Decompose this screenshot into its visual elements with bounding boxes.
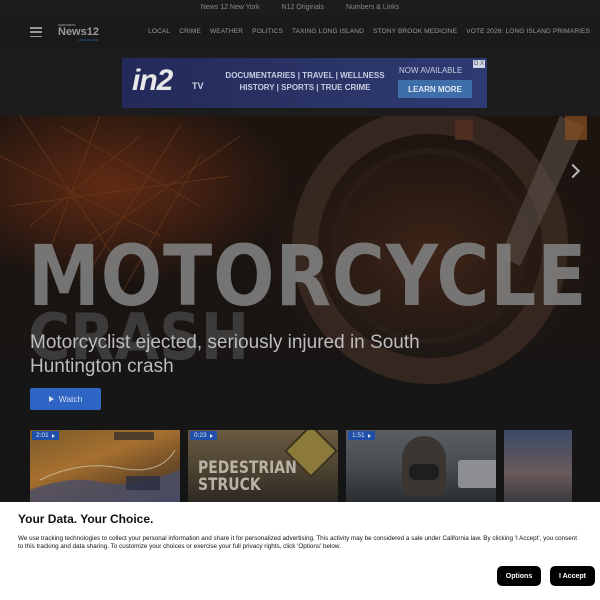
hero-headline[interactable]: Motorcyclist ejected, seriously injured …: [30, 331, 450, 379]
privacy-consent-banner: Your Data. Your Choice. We use tracking …: [0, 502, 600, 600]
consent-accept-button[interactable]: I Accept: [550, 566, 595, 586]
ad-categories: DOCUMENTARIES | TRAVEL | WELLNESS HISTOR…: [220, 70, 390, 94]
in2tv-ad-banner[interactable]: in2 TV DOCUMENTARIES | TRAVEL | WELLNESS…: [122, 58, 487, 108]
hero-section[interactable]: MOTORCYCLE CRASH Motorcyclist ejected, s…: [0, 116, 600, 502]
ad-band: in2 TV DOCUMENTARIES | TRAVEL | WELLNESS…: [0, 50, 600, 116]
consent-title: Your Data. Your Choice.: [18, 512, 154, 526]
news12-logo[interactable]: optimum. News12 LONG ISLAND: [58, 22, 102, 44]
ad-close-icon[interactable]: D X: [473, 60, 485, 68]
play-icon: [51, 433, 55, 438]
in2tv-logo-suffix: TV: [192, 81, 204, 91]
in2tv-logo: in2: [132, 64, 173, 97]
nav-local[interactable]: LOCAL: [148, 28, 170, 35]
nav-taxing-long-island[interactable]: TAXING LONG ISLAND: [292, 28, 364, 35]
weather-map-graphic: [30, 432, 180, 502]
watch-button[interactable]: Watch: [30, 388, 101, 410]
consent-options-button[interactable]: Options: [497, 566, 541, 586]
ad-line-2: HISTORY | SPORTS | TRUE CRIME: [239, 83, 371, 92]
nav-politics[interactable]: POLITICS: [252, 28, 283, 35]
consent-body: We use tracking technologies to collect …: [18, 535, 578, 551]
video-thumbnail-2[interactable]: 0:23 PEDESTRIAN STRUCK: [188, 430, 338, 502]
utility-link-n12-originals[interactable]: N12 Originals: [282, 4, 324, 11]
video-duration-badge: 2:01: [32, 431, 59, 440]
watch-label: Watch: [58, 394, 83, 404]
logo-sub: LONG ISLAND: [78, 38, 99, 42]
utility-link-news12-ny[interactable]: News 12 New York: [201, 4, 260, 11]
face-mask-graphic: [409, 464, 439, 480]
utility-bar: News 12 New York N12 Originals Numbers &…: [0, 0, 600, 14]
hamburger-menu-icon[interactable]: [30, 27, 42, 37]
ad-available-text: NOW AVAILABLE: [399, 66, 463, 75]
ad-learn-more-button[interactable]: LEARN MORE: [398, 80, 472, 98]
nav-vote-2026[interactable]: VOTE 2026: LONG ISLAND PRIMARIES: [466, 28, 590, 35]
play-icon: [48, 396, 54, 402]
van-graphic: [458, 460, 496, 488]
site-header: optimum. News12 LONG ISLAND LOCAL CRIME …: [0, 14, 600, 50]
nav-crime[interactable]: CRIME: [179, 28, 201, 35]
thumbnail-overlay-text: PEDESTRIAN STRUCK: [198, 458, 297, 495]
carousel-next-arrow-icon[interactable]: [568, 163, 578, 179]
play-icon: [367, 433, 371, 438]
utility-link-numbers-links[interactable]: Numbers & Links: [346, 4, 399, 11]
video-thumbnail-4[interactable]: [504, 430, 572, 502]
video-duration-badge: 0:23: [190, 431, 217, 440]
page: News 12 New York N12 Originals Numbers &…: [0, 0, 600, 600]
video-thumbnail-3[interactable]: 1:51: [346, 430, 496, 502]
nav-stony-brook-medicine[interactable]: STONY BROOK MEDICINE: [373, 28, 457, 35]
video-thumbnail-1[interactable]: 2:01: [30, 430, 180, 502]
logo-name: News12: [58, 26, 99, 38]
nav-weather[interactable]: WEATHER: [210, 28, 243, 35]
video-duration-badge: 1:51: [348, 431, 375, 440]
play-icon: [209, 433, 213, 438]
main-nav: LOCAL CRIME WEATHER POLITICS TAXING LONG…: [148, 28, 590, 35]
video-carousel: 2:01 0:23 PEDESTRIAN STRUCK 1:51: [30, 430, 572, 502]
ad-line-1: DOCUMENTARIES | TRAVEL | WELLNESS: [225, 71, 385, 80]
